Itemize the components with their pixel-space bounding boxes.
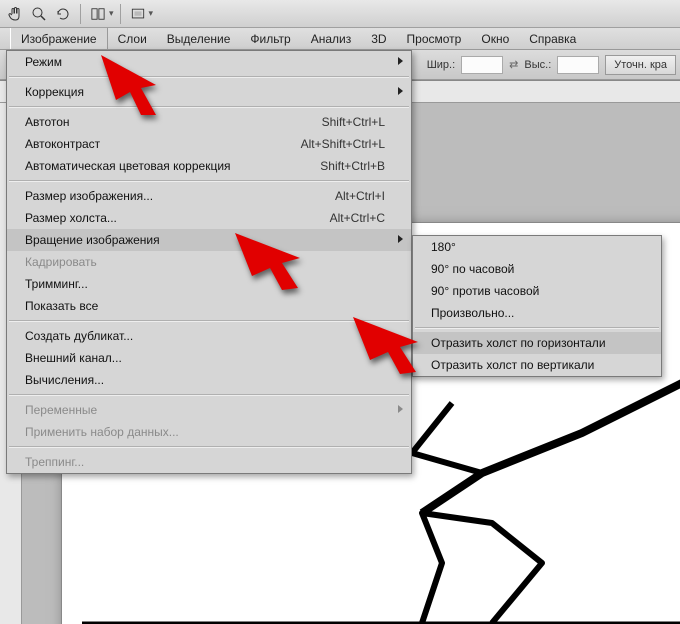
height-input[interactable] bbox=[557, 56, 599, 74]
chevron-down-icon[interactable]: ▾ bbox=[109, 8, 114, 19]
menu-help[interactable]: Справка bbox=[519, 28, 586, 49]
width-input[interactable] bbox=[461, 56, 503, 74]
menu-mode[interactable]: Режим bbox=[7, 51, 411, 73]
image-rotation-submenu: 180° 90° по часовой 90° против часовой П… bbox=[412, 235, 662, 377]
swap-dimensions-icon[interactable]: ⇄ bbox=[509, 58, 518, 71]
menu-trim[interactable]: Тримминг... bbox=[7, 273, 411, 295]
menu-analysis[interactable]: Анализ bbox=[301, 28, 362, 49]
main-menubar: Изображение Слои Выделение Фильтр Анализ… bbox=[0, 28, 680, 50]
arrange-docs-icon[interactable] bbox=[87, 3, 109, 25]
app-tool-strip: ▾ ▾ bbox=[0, 0, 680, 28]
width-label: Шир.: bbox=[427, 59, 455, 71]
toolbar-separator bbox=[80, 4, 81, 24]
menu-canvas-size[interactable]: Размер холста...Alt+Ctrl+C bbox=[7, 207, 411, 229]
menu-auto-color[interactable]: Автоматическая цветовая коррекцияShift+C… bbox=[7, 155, 411, 177]
menu-image-size[interactable]: Размер изображения...Alt+Ctrl+I bbox=[7, 185, 411, 207]
menu-window[interactable]: Окно bbox=[471, 28, 519, 49]
menu-auto-contrast[interactable]: АвтоконтрастAlt+Shift+Ctrl+L bbox=[7, 133, 411, 155]
flip-canvas-vertical[interactable]: Отразить холст по вертикали bbox=[413, 354, 661, 376]
menu-select[interactable]: Выделение bbox=[157, 28, 241, 49]
height-label: Выс.: bbox=[524, 59, 551, 71]
zoom-tool-icon[interactable] bbox=[28, 3, 50, 25]
menu-view[interactable]: Просмотр bbox=[397, 28, 472, 49]
submenu-arrow-icon bbox=[398, 87, 403, 95]
menu-layers[interactable]: Слои bbox=[108, 28, 157, 49]
submenu-arrow-icon bbox=[398, 235, 403, 243]
menu-duplicate[interactable]: Создать дубликат... bbox=[7, 325, 411, 347]
menu-crop: Кадрировать bbox=[7, 251, 411, 273]
menu-image[interactable]: Изображение bbox=[10, 28, 108, 49]
rotate-90-cw[interactable]: 90° по часовой bbox=[413, 258, 661, 280]
menu-apply-image[interactable]: Внешний канал... bbox=[7, 347, 411, 369]
rotate-90-ccw[interactable]: 90° против часовой bbox=[413, 280, 661, 302]
refine-edge-button[interactable]: Уточн. кра bbox=[605, 55, 676, 75]
submenu-arrow-icon bbox=[398, 405, 403, 413]
menu-filter[interactable]: Фильтр bbox=[240, 28, 300, 49]
menu-adjustments[interactable]: Коррекция bbox=[7, 81, 411, 103]
rotate-arbitrary[interactable]: Произвольно... bbox=[413, 302, 661, 324]
screen-mode-icon[interactable] bbox=[127, 3, 149, 25]
menu-trap: Треппинг... bbox=[7, 451, 411, 473]
menu-apply-dataset: Применить набор данных... bbox=[7, 421, 411, 443]
toolbar-separator bbox=[120, 4, 121, 24]
menu-auto-tone[interactable]: АвтотонShift+Ctrl+L bbox=[7, 111, 411, 133]
menu-reveal-all[interactable]: Показать все bbox=[7, 295, 411, 317]
hand-tool-icon[interactable] bbox=[4, 3, 26, 25]
chevron-down-icon[interactable]: ▾ bbox=[149, 8, 154, 19]
image-menu-dropdown: Режим Коррекция АвтотонShift+Ctrl+L Авто… bbox=[6, 50, 412, 474]
menu-variables: Переменные bbox=[7, 399, 411, 421]
menu-calculations[interactable]: Вычисления... bbox=[7, 369, 411, 391]
menu-3d[interactable]: 3D bbox=[361, 28, 396, 49]
flip-canvas-horizontal[interactable]: Отразить холст по горизонтали bbox=[413, 332, 661, 354]
rotate-view-icon[interactable] bbox=[52, 3, 74, 25]
rotate-180[interactable]: 180° bbox=[413, 236, 661, 258]
submenu-arrow-icon bbox=[398, 57, 403, 65]
menu-image-rotation[interactable]: Вращение изображения bbox=[7, 229, 411, 251]
